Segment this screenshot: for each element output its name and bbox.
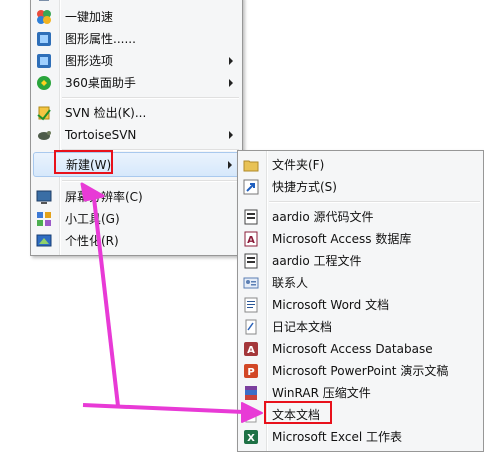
- annotation-arrow-up-line: [92, 197, 120, 407]
- annotation-arrow-right-line: [82, 403, 245, 414]
- annotation-arrows: [80, 182, 263, 423]
- annotation-arrowhead-up-icon: [80, 182, 105, 202]
- annotation-arrowhead-right-icon: [241, 402, 263, 423]
